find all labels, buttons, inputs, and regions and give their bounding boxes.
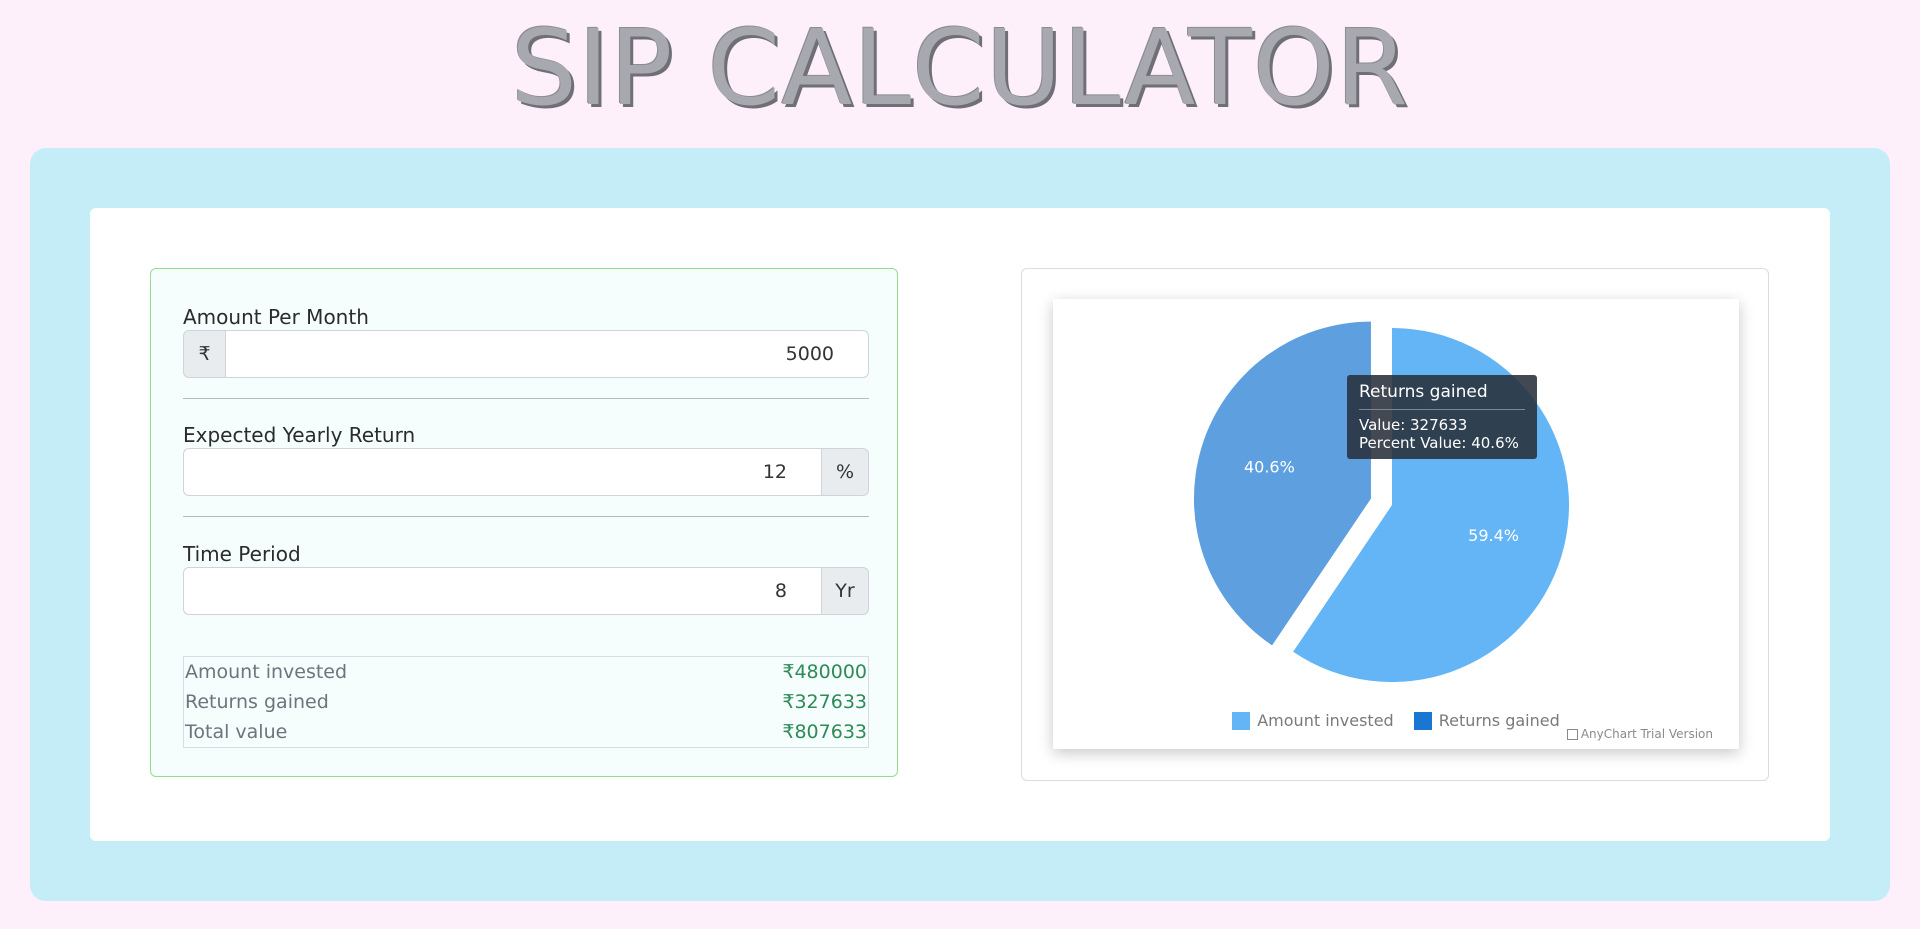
tooltip-percent: Percent Value: 40.6% [1359, 434, 1519, 452]
summary-value: ₹807633 [782, 721, 867, 743]
divider [183, 398, 869, 399]
chart-card: 59.4% 40.6% Returns gained Value: 327633 … [1021, 268, 1769, 781]
legend-label: Amount invested [1257, 711, 1394, 730]
summary-value: ₹327633 [782, 691, 867, 713]
amount-label: Amount Per Month [183, 305, 369, 329]
calculator-container: Amount Per Month ₹ Expected Yearly Retur… [30, 148, 1890, 901]
summary-row: Total value ₹807633 [184, 717, 868, 747]
percent-suffix: % [821, 448, 869, 496]
pie-data-label: 59.4% [1468, 526, 1519, 545]
rupee-prefix: ₹ [183, 330, 226, 378]
legend-swatch [1232, 711, 1251, 730]
legend-label: Returns gained [1438, 711, 1560, 730]
chart-logo-icon [1566, 728, 1578, 740]
tooltip-value: Value: 327633 [1359, 416, 1468, 434]
return-input[interactable] [183, 448, 821, 496]
summary-row: Returns gained ₹327633 [184, 687, 868, 717]
return-label: Expected Yearly Return [183, 423, 416, 447]
chart-tooltip: Returns gained Value: 327633 Percent Val… [1347, 375, 1537, 459]
divider [183, 516, 869, 517]
tooltip-title: Returns gained [1359, 381, 1525, 410]
page-title: SIP CALCULATOR [511, 7, 1409, 129]
amount-input[interactable] [226, 330, 869, 378]
period-input[interactable] [183, 567, 821, 615]
input-form: Amount Per Month ₹ Expected Yearly Retur… [150, 268, 898, 777]
return-input-group: % [183, 448, 869, 496]
summary-row: Amount invested ₹480000 [184, 657, 868, 687]
pie-chart: 59.4% 40.6% Returns gained Value: 327633 … [1053, 299, 1739, 749]
chart-credit[interactable]: AnyChart Trial Version [1566, 727, 1713, 741]
summary-value: ₹480000 [782, 661, 867, 683]
legend-swatch [1413, 711, 1432, 730]
summary-label: Total value [185, 721, 288, 743]
pie-chart-svg: 59.4% 40.6% [1193, 321, 1569, 682]
summary-table: Amount invested ₹480000 Returns gained ₹… [183, 656, 869, 748]
period-input-group: Yr [183, 567, 869, 615]
period-label: Time Period [183, 542, 301, 566]
summary-label: Amount invested [185, 661, 348, 683]
summary-label: Returns gained [185, 691, 329, 713]
pie-data-label: 40.6% [1244, 458, 1295, 477]
amount-input-group: ₹ [183, 330, 869, 378]
legend-item-amount-invested[interactable]: Amount invested [1232, 711, 1394, 730]
credit-text: AnyChart Trial Version [1580, 727, 1713, 741]
year-suffix: Yr [821, 567, 869, 615]
calculator-card: Amount Per Month ₹ Expected Yearly Retur… [90, 208, 1830, 841]
legend-item-returns-gained[interactable]: Returns gained [1413, 711, 1560, 730]
